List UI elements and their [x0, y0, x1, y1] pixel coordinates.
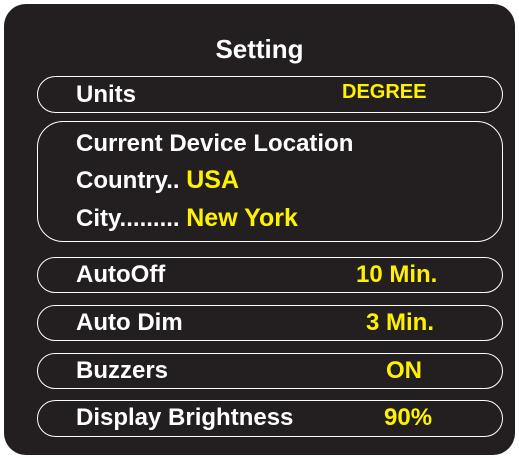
display-brightness-value: 90% — [384, 404, 433, 431]
auto-dim-setting-row[interactable]: Auto Dim 3 Min. — [37, 305, 503, 341]
auto-off-setting-row[interactable]: AutoOff 10 Min. — [37, 257, 503, 293]
display-brightness-label: Display Brightness — [76, 404, 294, 431]
country-line: Country.. USA — [76, 165, 239, 196]
buzzers-label: Buzzers — [76, 357, 169, 384]
buzzers-setting-row[interactable]: Buzzers ON — [37, 353, 503, 389]
country-label: Country.. — [76, 167, 180, 194]
auto-dim-value: 3 Min. — [366, 309, 435, 336]
display-brightness-setting-row[interactable]: Display Brightness 90% — [37, 400, 503, 437]
units-setting-row[interactable]: Units DEGREE — [37, 76, 503, 113]
settings-screen: Setting Units DEGREE Current Device Loca… — [4, 4, 515, 455]
country-value: USA — [186, 166, 240, 194]
auto-off-value: 10 Min. — [356, 261, 438, 288]
city-line: City......... New York — [76, 203, 298, 234]
city-label: City......... — [76, 205, 180, 232]
units-value: DEGREE — [342, 81, 427, 103]
city-value: New York — [186, 204, 298, 232]
page-title: Setting — [215, 34, 304, 64]
buzzers-value: ON — [386, 357, 422, 384]
device-location-panel[interactable]: Current Device Location Country.. USA Ci… — [37, 121, 503, 242]
auto-dim-label: Auto Dim — [76, 309, 183, 336]
units-label: Units — [76, 81, 136, 108]
location-header: Current Device Location — [76, 130, 354, 157]
auto-off-label: AutoOff — [76, 261, 166, 288]
